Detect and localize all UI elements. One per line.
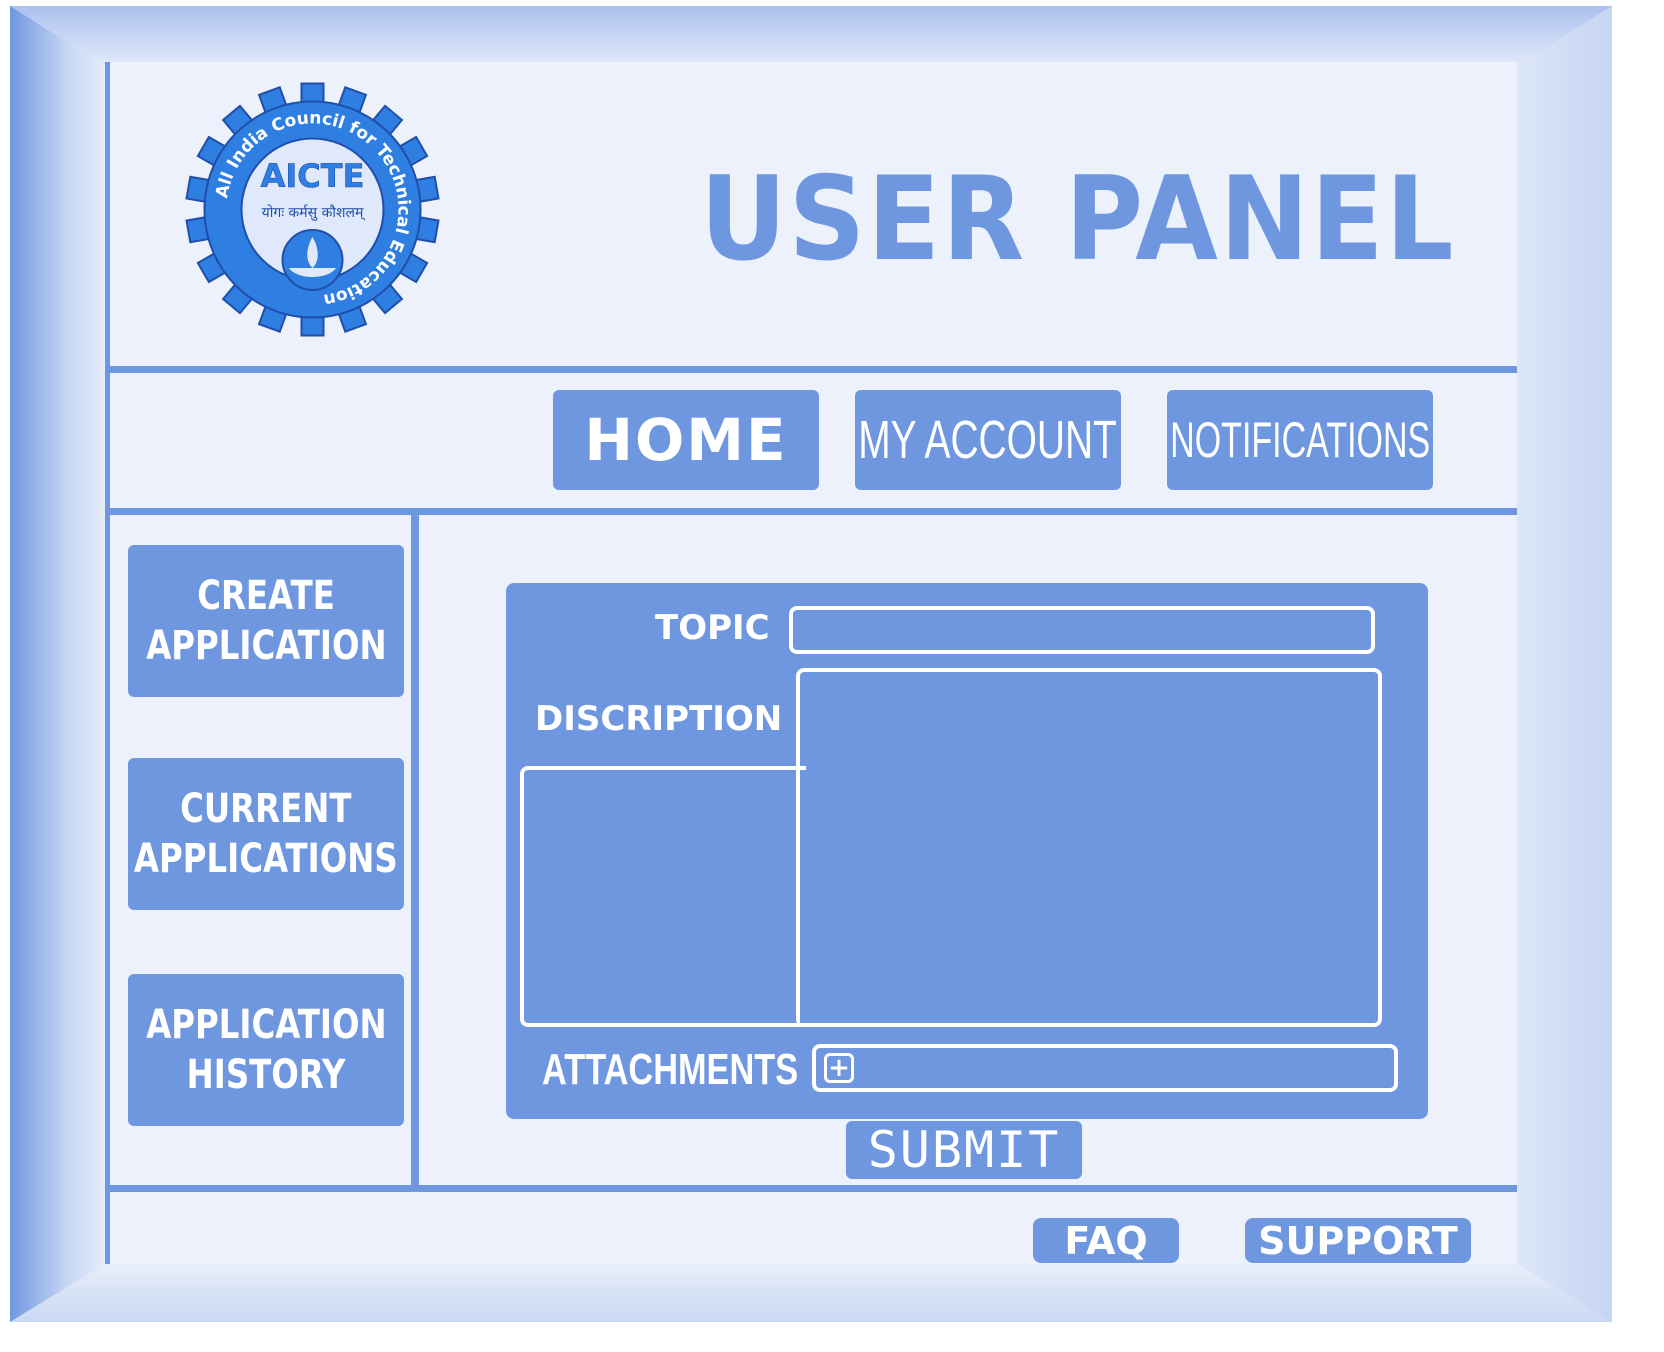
topic-label: TOPIC [655,608,770,648]
sidebar-application-history-button[interactable]: APPLICATION HISTORY [128,974,404,1126]
nav-my-account-label: MY ACCOUNT [858,410,1118,470]
sidebar-item-label-line2: HISTORY [186,1052,346,1098]
nav-notifications-label: NOTIFICATIONS [1169,412,1431,468]
page-title: USER PANEL [700,152,1456,287]
frame-bevel-bottom [10,1264,1612,1322]
frame-bevel-left [10,6,105,1322]
aicte-logo: All India Council for Technical Educatio… [185,82,440,337]
sidebar-item-label-line1: CREATE [197,573,335,619]
topic-input[interactable] [789,606,1375,654]
sidebar-create-application-button[interactable]: CREATE APPLICATION [128,545,404,697]
sidebar-item-label-line1: APPLICATION [145,1002,387,1048]
description-textarea-extension[interactable] [520,766,806,1027]
nav-home-label: HOME [584,406,788,474]
sidebar-item-label-line1: CURRENT [180,786,352,832]
nav-my-account-button[interactable]: MY ACCOUNT [855,390,1121,490]
logo-name: AICTE [261,157,365,195]
header-divider [110,366,1517,373]
description-textarea-join [800,770,816,1023]
sidebar-item-label-line2: APPLICATION [145,623,387,669]
plus-icon[interactable]: + [824,1053,854,1083]
sidebar-current-applications-button[interactable]: CURRENT APPLICATIONS [128,758,404,910]
description-textarea[interactable] [796,668,1382,1027]
attachments-field[interactable]: + [812,1044,1398,1092]
nav-notifications-button[interactable]: NOTIFICATIONS [1167,390,1433,490]
submit-button[interactable]: SUBMIT [846,1121,1082,1179]
lamp-icon [281,229,344,291]
frame-bevel-right [1517,6,1612,1322]
faq-button[interactable]: FAQ [1033,1218,1179,1263]
logo-motto: योगः कर्मसु कौशलम् [262,204,366,221]
sidebar-item-label-line2: APPLICATIONS [134,836,398,882]
support-button[interactable]: SUPPORT [1245,1218,1471,1263]
nav-home-button[interactable]: HOME [553,390,819,490]
description-label: DISCRIPTION [535,699,783,739]
frame-bevel-top [10,6,1612,66]
footer-divider [110,1185,1517,1192]
nav-divider [110,508,1517,515]
